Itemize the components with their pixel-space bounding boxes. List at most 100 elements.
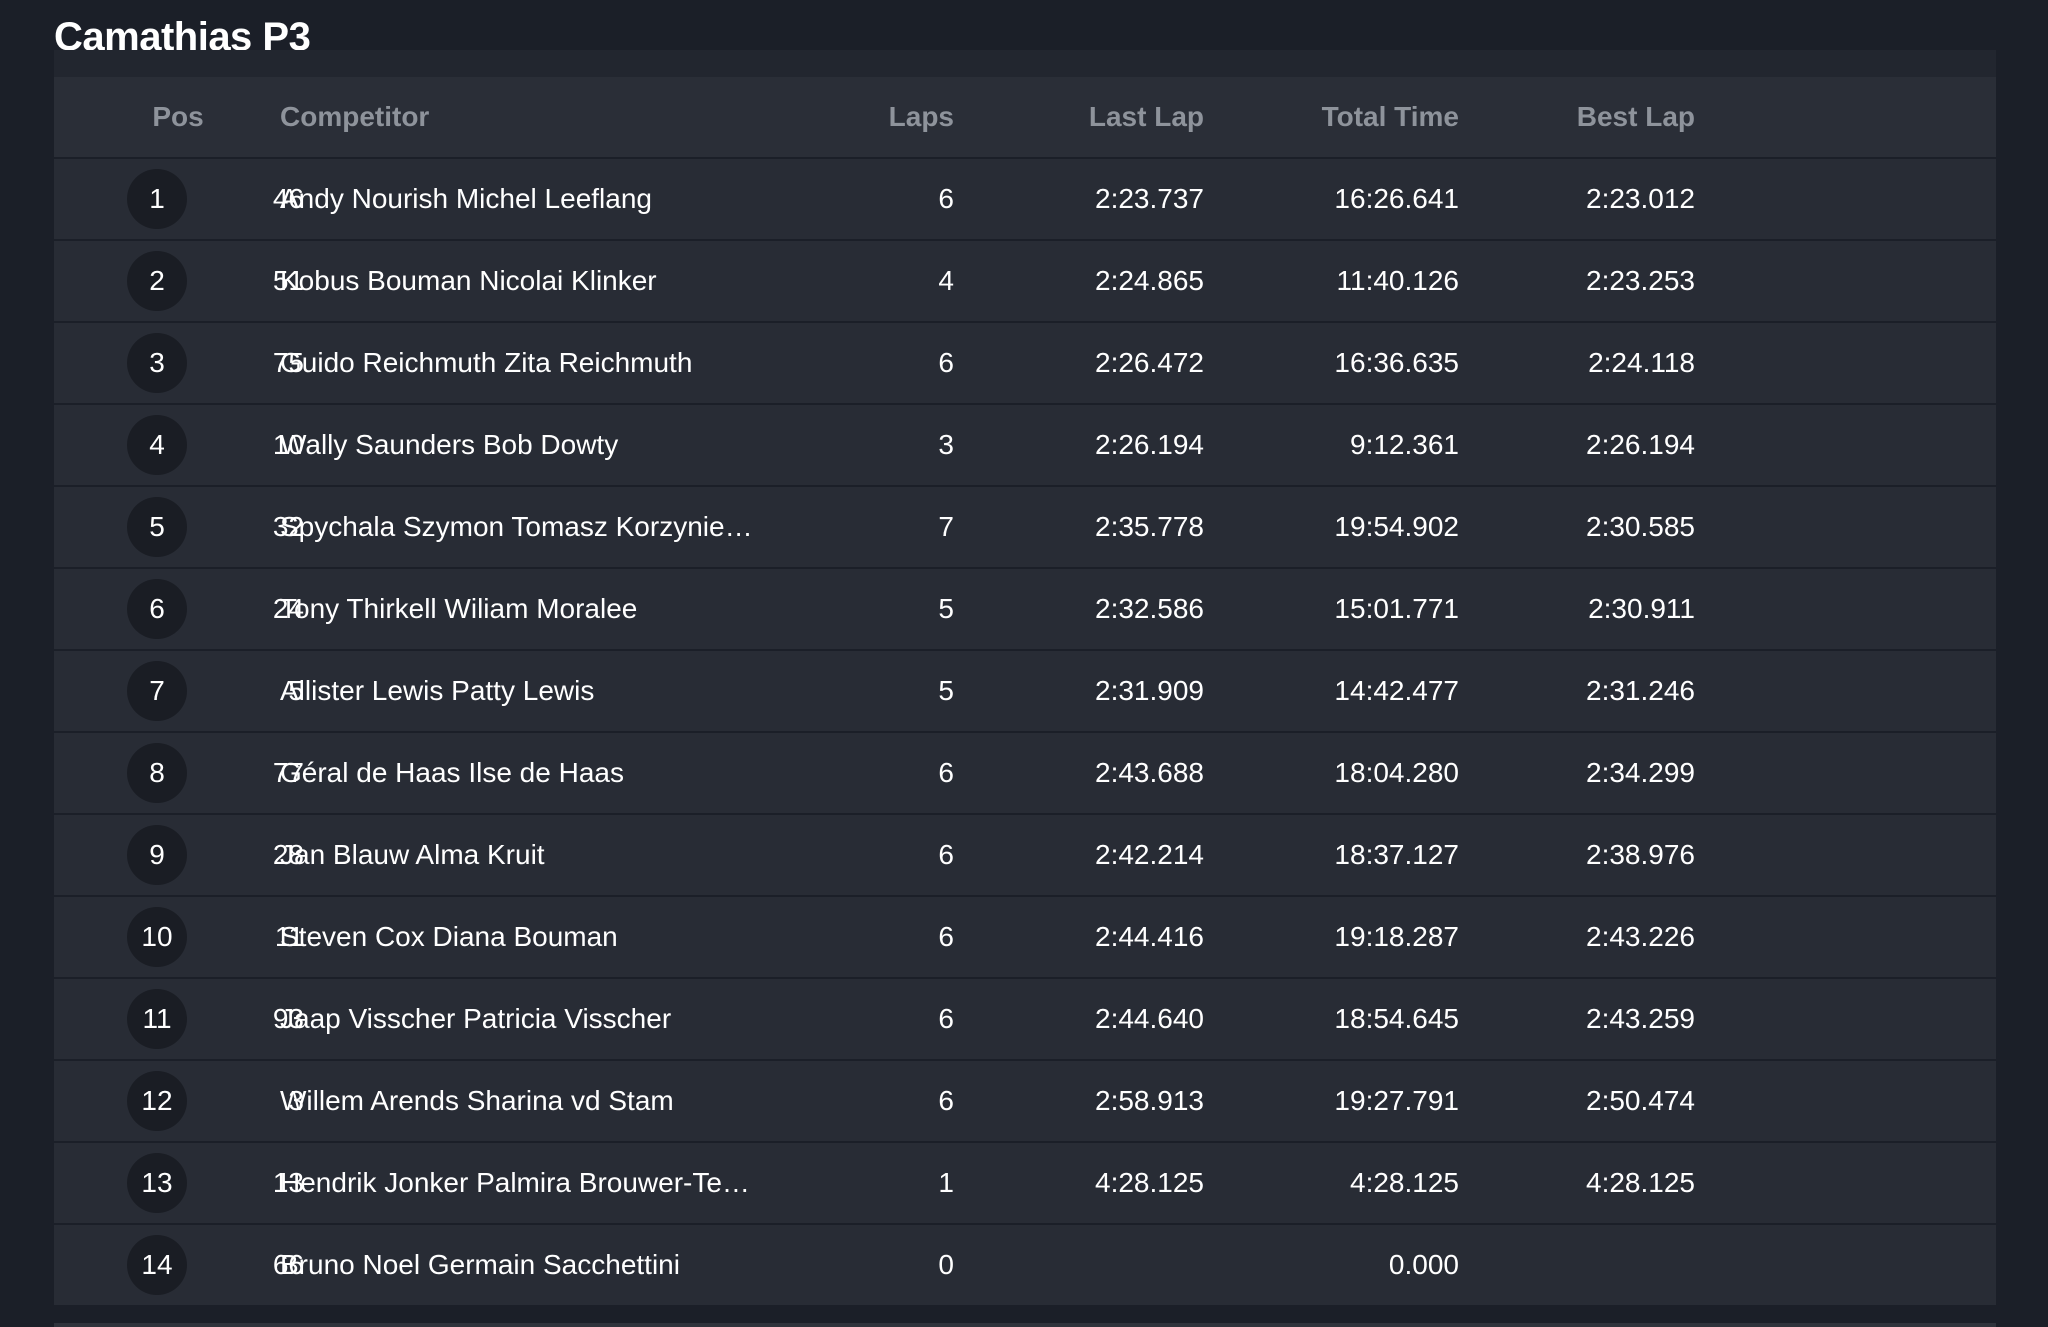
competitor-name: Tony Thirkell Wiliam Moralee xyxy=(280,593,638,624)
best-lap-value: 2:30.585 xyxy=(1586,511,1695,542)
competitor-name: Spychala Szymon Tomasz Korzynie… xyxy=(280,511,753,542)
last-lap-value: 2:26.194 xyxy=(1095,429,1204,460)
best-lap-value: 2:38.976 xyxy=(1586,839,1695,870)
column-header-total-time[interactable]: Total Time xyxy=(1204,77,1459,157)
laps-value: 7 xyxy=(938,511,954,542)
position-badge: 10 xyxy=(127,907,187,967)
table-row[interactable]: 13 13 Hendrik Jonker Palmira Brouwer-Te…… xyxy=(54,1141,1996,1223)
divider xyxy=(54,1323,1996,1327)
position-badge: 1 xyxy=(127,169,187,229)
last-lap-value: 2:58.913 xyxy=(1095,1085,1204,1116)
laps-value: 6 xyxy=(938,347,954,378)
competitor-name: Willem Arends Sharina vd Stam xyxy=(280,1085,674,1116)
table-row[interactable]: 3 75 Guido Reichmuth Zita Reichmuth 6 2:… xyxy=(54,321,1996,403)
best-lap-value: 2:23.012 xyxy=(1586,183,1695,214)
total-time-value: 18:54.645 xyxy=(1334,1003,1459,1034)
table-row[interactable]: 2 51 Kobus Bouman Nicolai Klinker 4 2:24… xyxy=(54,239,1996,321)
last-lap-value: 2:44.416 xyxy=(1095,921,1204,952)
position-badge: 7 xyxy=(127,661,187,721)
table-row[interactable]: 12 3 Willem Arends Sharina vd Stam 6 2:5… xyxy=(54,1059,1996,1141)
total-time-value: 18:37.127 xyxy=(1334,839,1459,870)
total-time-value: 19:27.791 xyxy=(1334,1085,1459,1116)
best-lap-value: 2:50.474 xyxy=(1586,1085,1695,1116)
laps-value: 5 xyxy=(938,675,954,706)
competitor-name: Hendrik Jonker Palmira Brouwer-Te… xyxy=(280,1167,750,1198)
best-lap-value: 2:23.253 xyxy=(1586,265,1695,296)
column-header-competitor[interactable]: Competitor xyxy=(280,77,429,157)
last-lap-value: 2:31.909 xyxy=(1095,675,1204,706)
position-badge: 9 xyxy=(127,825,187,885)
total-time-value: 4:28.125 xyxy=(1350,1167,1459,1198)
laps-value: 6 xyxy=(938,921,954,952)
laps-value: 1 xyxy=(938,1167,954,1198)
table-row[interactable]: 7 5 Allister Lewis Patty Lewis 5 2:31.90… xyxy=(54,649,1996,731)
table-header: Pos Competitor Laps Last Lap Total Time … xyxy=(54,77,1996,157)
competitor-name: Guido Reichmuth Zita Reichmuth xyxy=(280,347,693,378)
last-lap-value: 4:28.125 xyxy=(1095,1167,1204,1198)
total-time-value: 18:04.280 xyxy=(1334,757,1459,788)
best-lap-value: 2:31.246 xyxy=(1586,675,1695,706)
competitor-name: Allister Lewis Patty Lewis xyxy=(280,675,595,706)
position-badge: 12 xyxy=(127,1071,187,1131)
competitor-name: Kobus Bouman Nicolai Klinker xyxy=(280,265,657,296)
last-lap-value: 2:24.865 xyxy=(1095,265,1204,296)
position-badge: 2 xyxy=(127,251,187,311)
laps-value: 5 xyxy=(938,593,954,624)
total-time-value: 15:01.771 xyxy=(1334,593,1459,624)
competitor-name: Andy Nourish Michel Leeflang xyxy=(280,183,652,214)
position-badge: 11 xyxy=(127,989,187,1049)
total-time-value: 16:26.641 xyxy=(1334,183,1459,214)
laps-value: 6 xyxy=(938,183,954,214)
total-time-value: 19:18.287 xyxy=(1334,921,1459,952)
position-badge: 6 xyxy=(127,579,187,639)
total-time-value: 9:12.361 xyxy=(1350,429,1459,460)
total-time-value: 19:54.902 xyxy=(1334,511,1459,542)
laps-value: 6 xyxy=(938,839,954,870)
best-lap-value: 2:34.299 xyxy=(1586,757,1695,788)
table-row[interactable]: 9 28 Jan Blauw Alma Kruit 6 2:42.214 18:… xyxy=(54,813,1996,895)
position-badge: 5 xyxy=(127,497,187,557)
table-row[interactable]: 14 66 Bruno Noel Germain Sacchettini 0 0… xyxy=(54,1223,1996,1305)
laps-value: 6 xyxy=(938,1085,954,1116)
competitor-name: Bruno Noel Germain Sacchettini xyxy=(280,1249,680,1280)
table-row[interactable]: 1 46 Andy Nourish Michel Leeflang 6 2:23… xyxy=(54,157,1996,239)
best-lap-value: 2:30.911 xyxy=(1588,593,1695,624)
competitor-name: Wally Saunders Bob Dowty xyxy=(280,429,619,460)
column-header-last-lap[interactable]: Last Lap xyxy=(954,77,1204,157)
column-header-best-lap[interactable]: Best Lap xyxy=(1459,77,1695,157)
laps-value: 6 xyxy=(938,757,954,788)
table-row[interactable]: 8 77 Géral de Haas Ilse de Haas 6 2:43.6… xyxy=(54,731,1996,813)
table-row[interactable]: 10 11 Steven Cox Diana Bouman 6 2:44.416… xyxy=(54,895,1996,977)
last-lap-value: 2:43.688 xyxy=(1095,757,1204,788)
table-row[interactable]: 5 32 Spychala Szymon Tomasz Korzynie… 7 … xyxy=(54,485,1996,567)
total-time-value: 16:36.635 xyxy=(1334,347,1459,378)
position-badge: 14 xyxy=(127,1235,187,1295)
column-header-laps[interactable]: Laps xyxy=(794,77,954,157)
results-table: Pos Competitor Laps Last Lap Total Time … xyxy=(54,50,1996,1305)
column-header-pos[interactable]: Pos xyxy=(126,77,230,157)
table-row[interactable]: 6 24 Tony Thirkell Wiliam Moralee 5 2:32… xyxy=(54,567,1996,649)
position-badge: 4 xyxy=(127,415,187,475)
best-lap-value: 4:28.125 xyxy=(1586,1167,1695,1198)
best-lap-value xyxy=(1459,1225,1695,1305)
total-time-value: 11:40.126 xyxy=(1336,265,1460,296)
competitor-name: Steven Cox Diana Bouman xyxy=(280,921,618,952)
total-time-value: 0.000 xyxy=(1388,1249,1459,1280)
laps-value: 3 xyxy=(938,429,954,460)
position-badge: 3 xyxy=(127,333,187,393)
competitor-name: Jaap Visscher Patricia Visscher xyxy=(280,1003,672,1034)
last-lap-value xyxy=(954,1225,1204,1305)
last-lap-value: 2:44.640 xyxy=(1095,1003,1204,1034)
table-row[interactable]: 4 10 Wally Saunders Bob Dowty 3 2:26.194… xyxy=(54,403,1996,485)
total-time-value: 14:42.477 xyxy=(1334,675,1459,706)
last-lap-value: 2:23.737 xyxy=(1095,183,1204,214)
last-lap-value: 2:42.214 xyxy=(1095,839,1204,870)
laps-value: 4 xyxy=(938,265,954,296)
position-badge: 8 xyxy=(127,743,187,803)
laps-value: 6 xyxy=(938,1003,954,1034)
table-body: 1 4 6 Andy Nourish Michel Leeflang 6 2:23… xyxy=(54,157,1996,1305)
last-lap-value: 2:32.586 xyxy=(1095,593,1204,624)
table-row[interactable]: 11 93 Jaap Visscher Patricia Visscher 6 … xyxy=(54,977,1996,1059)
competitor-name: Géral de Haas Ilse de Haas xyxy=(280,757,624,788)
competitor-name: Jan Blauw Alma Kruit xyxy=(280,839,545,870)
